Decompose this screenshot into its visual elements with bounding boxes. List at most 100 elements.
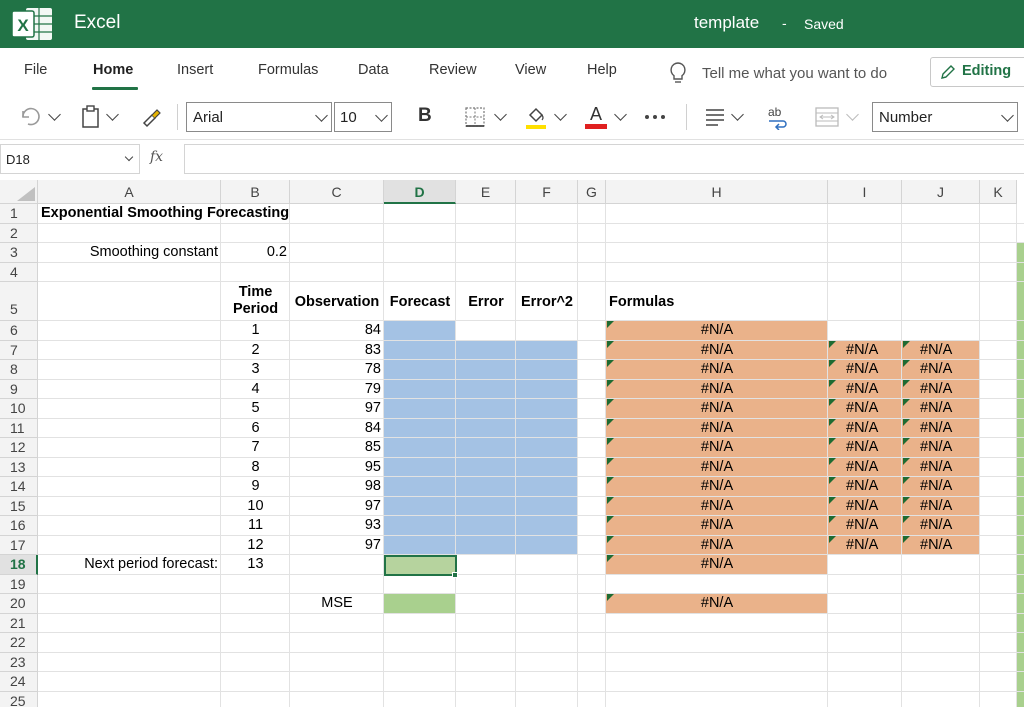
bold-button[interactable]: B bbox=[418, 105, 432, 127]
row-header-15[interactable]: 15 bbox=[0, 496, 38, 516]
row-header-10[interactable]: 10 bbox=[0, 399, 38, 419]
row-header-20[interactable]: 20 bbox=[0, 594, 38, 614]
row-header-1[interactable]: 1 bbox=[0, 204, 38, 224]
formula-error-indicator-icon[interactable] bbox=[903, 340, 910, 348]
formula-input[interactable] bbox=[184, 144, 1024, 174]
forecast-input-range[interactable] bbox=[384, 321, 456, 555]
formula-error-indicator-icon[interactable] bbox=[829, 516, 836, 523]
column-header-i[interactable]: I bbox=[828, 180, 902, 204]
formula-error-indicator-icon[interactable] bbox=[607, 379, 614, 387]
row-header-11[interactable]: 11 bbox=[0, 418, 38, 438]
formula-error-indicator-icon[interactable] bbox=[607, 477, 614, 484]
formula-error-indicator-icon[interactable] bbox=[607, 535, 614, 543]
font-color-icon[interactable]: A bbox=[584, 103, 608, 130]
formula-error-indicator-icon[interactable] bbox=[829, 535, 836, 543]
editing-mode-button[interactable]: Editing bbox=[930, 57, 1024, 87]
align-icon[interactable] bbox=[704, 107, 726, 127]
row-header-25[interactable]: 25 bbox=[0, 691, 38, 707]
formula-error-indicator-icon[interactable] bbox=[829, 360, 836, 367]
formula-error-indicator-icon[interactable] bbox=[607, 457, 614, 465]
column-header-g[interactable]: G bbox=[578, 180, 606, 204]
formula-error-indicator-icon[interactable] bbox=[903, 516, 910, 523]
fill-color-dropdown-chevron[interactable] bbox=[554, 108, 567, 121]
tell-me-search[interactable]: Tell me what you want to do bbox=[702, 65, 887, 82]
formula-error-indicator-icon[interactable] bbox=[903, 379, 910, 387]
column-header-f[interactable]: F bbox=[516, 180, 578, 204]
tab-help[interactable]: Help bbox=[587, 62, 617, 78]
formula-error-indicator-icon[interactable] bbox=[607, 555, 614, 562]
formula-error-indicator-icon[interactable] bbox=[607, 399, 614, 406]
column-header-j[interactable]: J bbox=[902, 180, 980, 204]
tab-home[interactable]: Home bbox=[93, 62, 133, 78]
mse-output-cell[interactable] bbox=[384, 594, 456, 614]
formula-error-indicator-icon[interactable] bbox=[903, 399, 910, 406]
undo-icon[interactable] bbox=[18, 106, 42, 128]
borders-icon[interactable] bbox=[464, 106, 486, 128]
column-header-k[interactable]: K bbox=[980, 180, 1017, 204]
more-icon[interactable] bbox=[644, 114, 666, 120]
format-painter-icon[interactable] bbox=[140, 105, 164, 129]
formula-error-indicator-icon[interactable] bbox=[607, 516, 614, 523]
formula-error-indicator-icon[interactable] bbox=[607, 438, 614, 445]
fill-color-icon[interactable] bbox=[524, 104, 548, 130]
font-family-select[interactable]: Arial bbox=[186, 102, 332, 132]
formula-error-indicator-icon[interactable] bbox=[829, 457, 836, 465]
borders-dropdown-chevron[interactable] bbox=[494, 108, 507, 121]
lightbulb-icon[interactable] bbox=[668, 61, 688, 85]
formula-error-indicator-icon[interactable] bbox=[903, 477, 910, 484]
row-header-21[interactable]: 21 bbox=[0, 613, 38, 633]
formula-error-indicator-icon[interactable] bbox=[607, 360, 614, 367]
row-header-18[interactable]: 18 bbox=[0, 555, 38, 575]
undo-dropdown-chevron[interactable] bbox=[48, 108, 61, 121]
tab-file[interactable]: File bbox=[24, 62, 47, 78]
tab-data[interactable]: Data bbox=[358, 62, 389, 78]
row-header-12[interactable]: 12 bbox=[0, 438, 38, 458]
merge-icon[interactable] bbox=[814, 106, 840, 128]
document-title[interactable]: template bbox=[694, 13, 759, 33]
formula-error-indicator-icon[interactable] bbox=[829, 496, 836, 504]
tab-view[interactable]: View bbox=[515, 62, 546, 78]
error-input-range[interactable] bbox=[456, 340, 578, 555]
column-header-e[interactable]: E bbox=[456, 180, 516, 204]
column-header-b[interactable]: B bbox=[221, 180, 290, 204]
row-header-19[interactable]: 19 bbox=[0, 574, 38, 594]
formula-error-indicator-icon[interactable] bbox=[607, 340, 614, 348]
formula-error-indicator-icon[interactable] bbox=[829, 379, 836, 387]
fill-handle[interactable] bbox=[452, 571, 458, 578]
row-header-23[interactable]: 23 bbox=[0, 652, 38, 672]
row-header-4[interactable]: 4 bbox=[0, 262, 38, 282]
paste-icon[interactable] bbox=[80, 105, 102, 129]
row-header-13[interactable]: 13 bbox=[0, 457, 38, 477]
row-header-2[interactable]: 2 bbox=[0, 223, 38, 243]
font-color-dropdown-chevron[interactable] bbox=[614, 108, 627, 121]
name-box[interactable]: D18 bbox=[0, 144, 140, 174]
tab-formulas[interactable]: Formulas bbox=[258, 62, 318, 78]
row-header-3[interactable]: 3 bbox=[0, 243, 38, 263]
merge-dropdown-chevron[interactable] bbox=[846, 108, 859, 121]
wrap-text-icon[interactable]: ab bbox=[764, 104, 790, 130]
font-size-select[interactable]: 10 bbox=[334, 102, 392, 132]
select-all-corner[interactable] bbox=[0, 180, 38, 204]
formula-error-indicator-icon[interactable] bbox=[607, 594, 614, 601]
active-cell-d18[interactable] bbox=[384, 555, 457, 576]
formula-error-indicator-icon[interactable] bbox=[829, 438, 836, 445]
formula-error-indicator-icon[interactable] bbox=[903, 418, 910, 426]
row-header-6[interactable]: 6 bbox=[0, 321, 38, 341]
column-header-d[interactable]: D bbox=[384, 180, 456, 204]
formula-error-indicator-icon[interactable] bbox=[903, 457, 910, 465]
tab-insert[interactable]: Insert bbox=[177, 62, 213, 78]
column-header-a[interactable]: A bbox=[38, 180, 221, 204]
formula-error-indicator-icon[interactable] bbox=[903, 438, 910, 445]
number-format-select[interactable]: Number bbox=[872, 102, 1018, 132]
formula-error-indicator-icon[interactable] bbox=[829, 418, 836, 426]
function-icon[interactable]: fx bbox=[150, 149, 163, 165]
column-header-c[interactable]: C bbox=[290, 180, 384, 204]
formula-error-indicator-icon[interactable] bbox=[607, 321, 614, 328]
formula-error-indicator-icon[interactable] bbox=[607, 496, 614, 504]
tab-review[interactable]: Review bbox=[429, 62, 477, 78]
formula-error-indicator-icon[interactable] bbox=[829, 340, 836, 348]
row-header-9[interactable]: 9 bbox=[0, 379, 38, 399]
row-header-5[interactable]: 5 bbox=[0, 282, 38, 321]
formula-error-indicator-icon[interactable] bbox=[607, 418, 614, 426]
row-header-22[interactable]: 22 bbox=[0, 633, 38, 653]
